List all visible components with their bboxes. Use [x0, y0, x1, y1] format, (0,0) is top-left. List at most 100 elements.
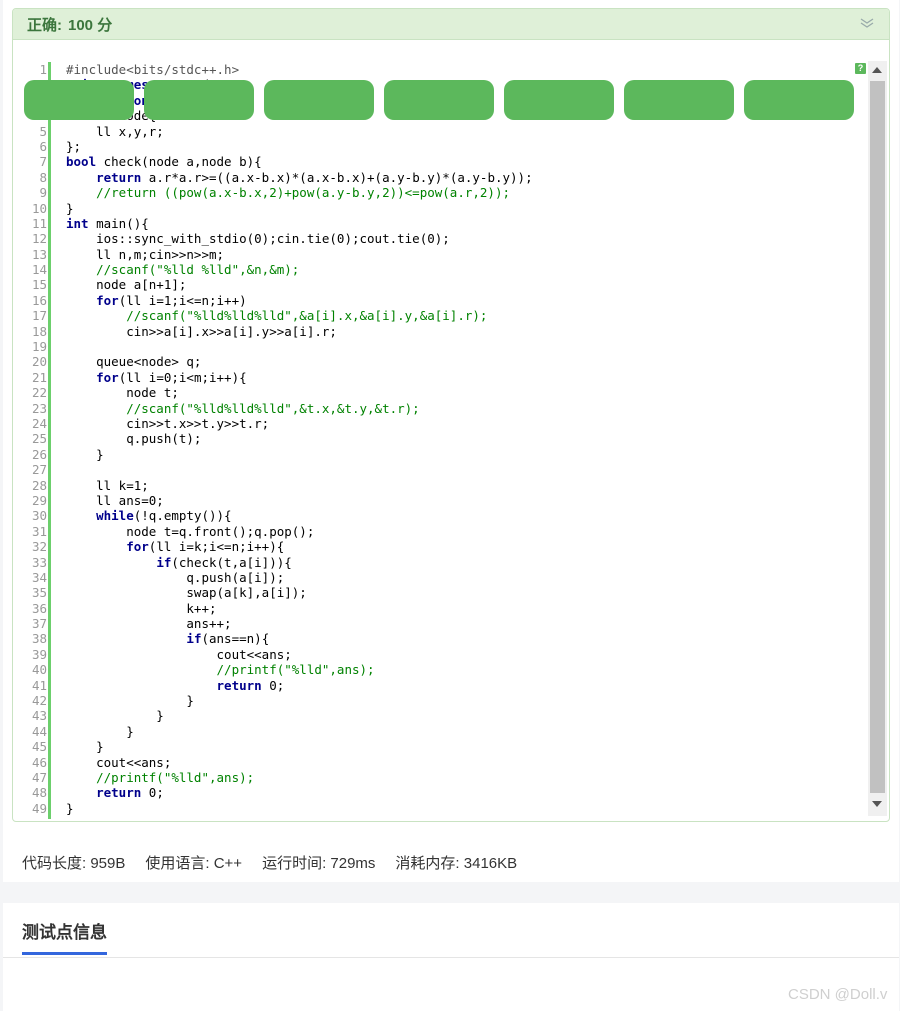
code-line: //scanf("%lld %lld",&n,&m); [66, 262, 300, 278]
run-time: 运行时间: 729ms [262, 855, 376, 872]
line-number: 16 [31, 292, 47, 308]
test-point-pill[interactable] [744, 80, 854, 120]
code-line: return a.r*a.r>=((a.x-b.x)*(a.x-b.x)+(a.… [96, 169, 533, 185]
code-line: ll n,m;cin>>n>>m; [66, 246, 225, 262]
code-line: bool check(node a,node b){ [66, 154, 262, 170]
line-number: 42 [31, 693, 47, 709]
code-line: } [66, 708, 164, 724]
test-point-pill[interactable] [624, 80, 734, 120]
code-line: } [66, 800, 74, 816]
line-number: 38 [31, 631, 47, 647]
test-point-pill[interactable] [504, 80, 614, 120]
scrollbar-thumb[interactable] [870, 81, 885, 793]
line-number: 14 [31, 262, 47, 278]
line-number: 40 [31, 662, 47, 678]
line-number: 41 [31, 677, 47, 693]
code-line: if(ans==n){ [186, 631, 270, 647]
language: 使用语言: C++ [145, 855, 243, 872]
result-status: 正确: [27, 16, 62, 34]
code-line: cin>>t.x>>t.y>>t.r; [66, 415, 270, 431]
code-line: node t; [66, 385, 179, 401]
code-line: node t=q.front();q.pop(); [66, 523, 315, 539]
line-number: 35 [31, 585, 47, 601]
line-number: 9 [39, 185, 47, 201]
code-line: //printf("%lld",ans); [66, 769, 255, 785]
line-number: 30 [31, 508, 47, 524]
code-line: q.push(t); [66, 431, 202, 447]
line-number: 26 [31, 446, 47, 462]
line-number: 10 [31, 200, 47, 216]
line-number: 29 [31, 492, 47, 508]
result-header[interactable]: 正确: 100 分 [13, 9, 889, 40]
line-number: 20 [31, 354, 47, 370]
line-number: 8 [39, 169, 47, 185]
code-line: node a[n+1]; [66, 277, 187, 293]
line-number: 34 [31, 569, 47, 585]
code-line: #include<bits/stdc++.h> [66, 62, 240, 77]
line-number: 23 [31, 400, 47, 416]
code-line: ios::sync_with_stdio(0);cin.tie(0);cout.… [66, 231, 450, 247]
line-number: 37 [31, 616, 47, 632]
code-line: queue<node> q; [66, 354, 202, 370]
line-number: 19 [31, 339, 47, 355]
test-point-pill[interactable] [264, 80, 374, 120]
line-number: 46 [31, 754, 47, 770]
memory-usage: 消耗内存: 3416KB [395, 855, 518, 872]
code-line: return 0; [96, 785, 164, 801]
vertical-scrollbar[interactable] [868, 61, 887, 816]
line-number: 24 [31, 415, 47, 431]
code-line: cin>>a[i].x>>a[i].y>>a[i].r; [66, 323, 337, 339]
line-number: 11 [31, 215, 47, 231]
line-number: 17 [31, 308, 47, 324]
line-number: 39 [31, 646, 47, 662]
code-line: //scanf("%lld%lld%lld",&a[i].x,&a[i].y,&… [66, 308, 488, 324]
line-number: 21 [31, 369, 47, 385]
scroll-up-arrow-icon[interactable] [872, 67, 882, 73]
code-line: ll ans=0; [66, 492, 164, 508]
line-number: 6 [39, 138, 47, 154]
tab-test-points[interactable]: 测试点信息 [22, 918, 107, 955]
scroll-down-arrow-icon[interactable] [872, 801, 882, 807]
code-line: //scanf("%lld%lld%lld",&t.x,&t.y,&t.r); [66, 400, 420, 416]
line-number: 33 [31, 554, 47, 570]
line-number: 28 [31, 477, 47, 493]
code-line: swap(a[k],a[i]); [66, 585, 307, 601]
line-number: 36 [31, 600, 47, 616]
collapse-chevron-icon[interactable] [859, 17, 875, 29]
line-number: 5 [39, 123, 47, 139]
line-number: 13 [31, 246, 47, 262]
line-number: 47 [31, 769, 47, 785]
code-line: q.push(a[i]); [66, 569, 285, 585]
code-viewer[interactable]: 1234567891011121314151617181920212223242… [13, 47, 889, 821]
code-length: 代码长度: 959B [22, 855, 126, 872]
line-number: 22 [31, 385, 47, 401]
line-number: 49 [31, 800, 47, 816]
help-icon[interactable]: ? [855, 63, 866, 74]
line-number: 48 [31, 785, 47, 801]
test-point-pill[interactable] [144, 80, 254, 120]
gutter-accent-bar [48, 62, 51, 819]
test-point-pill[interactable] [24, 80, 134, 120]
line-number: 7 [39, 154, 47, 170]
code-line: for(ll i=k;i<=n;i++){ [126, 539, 285, 555]
test-point-list [24, 80, 854, 120]
line-number: 15 [31, 277, 47, 293]
result-score: 100 分 [68, 16, 113, 34]
code-line: cout<<ans; [66, 646, 292, 662]
code-line: return 0; [216, 677, 285, 693]
code-line: ll k=1; [66, 477, 149, 493]
test-points-card: 测试点信息 [3, 903, 899, 1011]
source-code: #include<bits/stdc++.h>using namespace s… [66, 62, 533, 816]
line-number: 45 [31, 739, 47, 755]
code-line: } [66, 723, 134, 739]
code-line: cout<<ans; [66, 754, 172, 770]
line-number: 25 [31, 431, 47, 447]
code-line: //printf("%lld",ans); [66, 662, 375, 678]
code-line: k++; [66, 600, 217, 616]
line-number: 18 [31, 323, 47, 339]
test-point-pill[interactable] [384, 80, 494, 120]
code-line: ll x,y,r; [66, 123, 164, 139]
watermark: CSDN @Doll.v [788, 986, 888, 1003]
